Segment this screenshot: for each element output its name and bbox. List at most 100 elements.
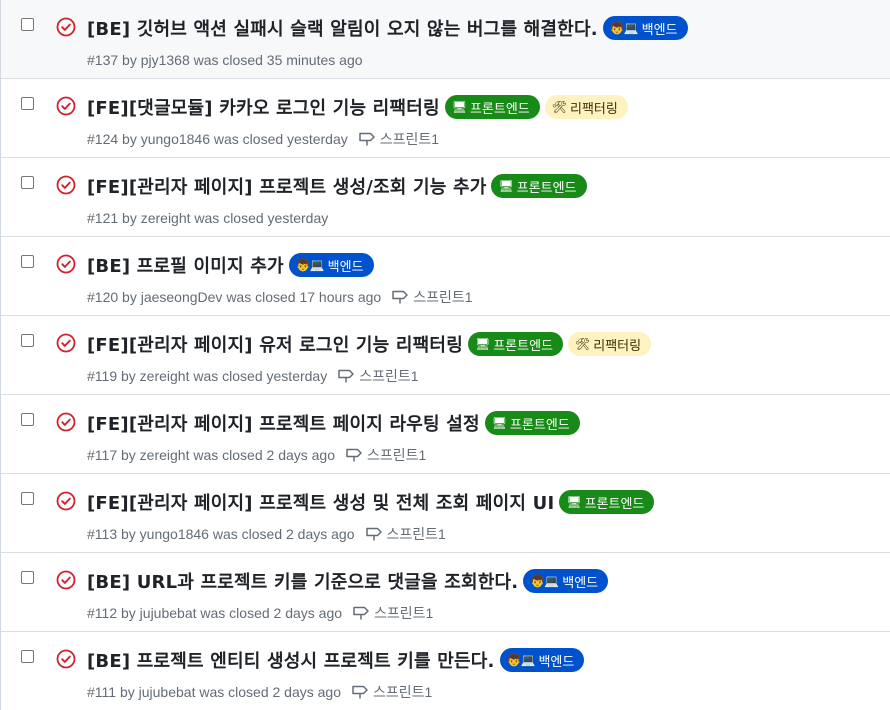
- label-text: 백엔드: [327, 259, 364, 275]
- label-text: 리팩터링: [593, 338, 642, 354]
- label-emoji-icon: 🖥: [474, 337, 490, 351]
- select-checkbox[interactable]: [21, 18, 34, 31]
- label-frontend[interactable]: 🖥 프론트엔드: [467, 332, 563, 356]
- milestone-icon: [352, 604, 374, 623]
- issue-closed-icon: [56, 254, 76, 274]
- issue-title-link[interactable]: [BE] 깃허브 액션 실패시 슬랙 알림이 오지 않는 버그를 해결한다.: [87, 15, 598, 41]
- label-frontend[interactable]: 🖥 프론트엔드: [484, 411, 580, 435]
- issue-title-link[interactable]: [BE] 프로필 이미지 추가: [87, 252, 284, 278]
- issue-title-line: [BE] 깃허브 액션 실패시 슬랙 알림이 오지 않는 버그를 해결한다. 👦💻…: [87, 14, 688, 42]
- issue-title-line: [FE][관리자 페이지] 유저 로그인 기능 리팩터링 🖥 프론트엔드 🛠 리팩터링: [87, 330, 652, 358]
- issue-row: [BE] 프로젝트 엔티티 생성시 프로젝트 키를 만든다. 👦💻 백엔드 #111 …: [1, 632, 890, 710]
- label-emoji-icon: 🖥: [451, 100, 467, 114]
- issue-title-link[interactable]: [FE][관리자 페이지] 프로젝트 생성/조회 기능 추가: [87, 173, 486, 199]
- issue-title-link[interactable]: [FE][관리자 페이지] 프로젝트 생성 및 전체 조회 페이지 UI: [87, 489, 554, 515]
- label-emoji-icon: 👦💻: [506, 653, 536, 667]
- issue-meta: #120 by jaeseongDev was closed 17 hours …: [87, 287, 473, 307]
- issue-closed-icon: [56, 412, 76, 432]
- issue-title-link[interactable]: [FE][댓글모듈] 카카오 로그인 기능 리팩터링: [87, 94, 440, 120]
- label-emoji-icon: 🛠: [551, 100, 567, 114]
- select-checkbox[interactable]: [21, 176, 34, 189]
- issue-row: [BE] 깃허브 액션 실패시 슬랙 알림이 오지 않는 버그를 해결한다. 👦💻…: [1, 0, 890, 79]
- milestone-text: 스프린트1: [373, 684, 433, 700]
- label-frontend[interactable]: 🖥 프론트엔드: [444, 95, 540, 119]
- label-frontend[interactable]: 🖥 프론트엔드: [559, 490, 655, 514]
- milestone-link[interactable]: 스프린트1: [365, 524, 446, 544]
- issue-meta: #112 by jujubebat was closed 2 days ago 스…: [87, 603, 433, 623]
- milestone-icon: [391, 288, 413, 307]
- issue-list: [BE] 깃허브 액션 실패시 슬랙 알림이 오지 않는 버그를 해결한다. 👦💻…: [0, 0, 890, 710]
- issue-title-link[interactable]: [FE][관리자 페이지] 프로젝트 페이지 라우팅 설정: [87, 410, 480, 436]
- issue-closed-icon: [56, 491, 76, 511]
- issue-meta-text: #124 by yungo1846 was closed yesterday: [87, 131, 348, 147]
- issue-meta: #137 by pjy1368 was closed 35 minutes ag…: [87, 50, 363, 70]
- label-text: 리팩터링: [570, 101, 618, 117]
- milestone-link[interactable]: 스프린트1: [358, 129, 439, 149]
- select-checkbox[interactable]: [21, 413, 34, 426]
- label-emoji-icon: 🖥: [566, 495, 581, 509]
- issue-closed-icon: [56, 649, 76, 669]
- label-backend[interactable]: 👦💻 백엔드: [602, 16, 688, 40]
- issue-title-line: [FE][관리자 페이지] 프로젝트 생성 및 전체 조회 페이지 UI 🖥 프론트…: [87, 488, 655, 516]
- select-checkbox[interactable]: [21, 97, 34, 110]
- issue-closed-icon: [56, 570, 76, 590]
- issue-meta-text: #113 by yungo1846 was closed 2 days ago: [87, 526, 355, 542]
- label-refactoring[interactable]: 🛠 리팩터링: [544, 95, 628, 119]
- issue-title-link[interactable]: [BE] URL과 프로젝트 키를 기준으로 댓글을 조회한다.: [87, 568, 518, 594]
- issue-closed-icon: [56, 333, 76, 353]
- select-checkbox[interactable]: [21, 334, 34, 347]
- issue-meta-text: #111 by jujubebat was closed 2 days ago: [87, 684, 341, 700]
- issue-title-line: [FE][관리자 페이지] 프로젝트 생성/조회 기능 추가 🖥 프론트엔드: [87, 172, 587, 200]
- label-emoji-icon: 🛠: [575, 337, 590, 351]
- issue-meta: #121 by zereight was closed yesterday: [87, 208, 328, 228]
- label-text: 프론트엔드: [493, 338, 553, 354]
- issue-closed-icon: [56, 17, 76, 37]
- issue-closed-icon: [56, 96, 76, 116]
- label-emoji-icon: 👦💻: [295, 258, 325, 272]
- issue-row: [FE][댓글모듈] 카카오 로그인 기능 리팩터링 🖥 프론트엔드 🛠 리팩터링 #12…: [1, 79, 890, 158]
- select-checkbox[interactable]: [21, 255, 34, 268]
- issue-title-link[interactable]: [FE][관리자 페이지] 유저 로그인 기능 리팩터링: [87, 331, 463, 357]
- issue-title-line: [FE][관리자 페이지] 프로젝트 페이지 라우팅 설정 🖥 프론트엔드: [87, 409, 580, 437]
- issue-row: [FE][관리자 페이지] 프로젝트 생성/조회 기능 추가 🖥 프론트엔드 #121…: [1, 158, 890, 237]
- label-frontend[interactable]: 🖥 프론트엔드: [491, 174, 587, 198]
- label-text: 백엔드: [641, 22, 678, 38]
- issue-row: [FE][관리자 페이지] 프로젝트 생성 및 전체 조회 페이지 UI 🖥 프론트…: [1, 474, 890, 553]
- issue-row: [FE][관리자 페이지] 프로젝트 페이지 라우팅 설정 🖥 프론트엔드 #117 …: [1, 395, 890, 474]
- label-backend[interactable]: 👦💻 백엔드: [288, 253, 374, 277]
- issue-title-line: [FE][댓글모듈] 카카오 로그인 기능 리팩터링 🖥 프론트엔드 🛠 리팩터링: [87, 93, 628, 121]
- select-checkbox[interactable]: [21, 492, 34, 505]
- issue-meta-text: #121 by zereight was closed yesterday: [87, 210, 329, 226]
- issue-title-line: [BE] 프로필 이미지 추가 👦💻 백엔드: [87, 251, 374, 279]
- milestone-link[interactable]: 스프린트1: [337, 366, 419, 386]
- issue-meta-text: #120 by jaeseongDev was closed 17 hours …: [87, 289, 382, 305]
- label-text: 프론트엔드: [509, 417, 570, 433]
- milestone-link[interactable]: 스프린트1: [345, 445, 426, 465]
- label-text: 프론트엔드: [516, 180, 577, 196]
- issue-meta-text: #112 by jujubebat was closed 2 days ago: [87, 605, 343, 621]
- milestone-link[interactable]: 스프린트1: [391, 287, 473, 307]
- label-text: 프론트엔드: [469, 101, 530, 117]
- issue-row: [BE] URL과 프로젝트 키를 기준으로 댓글을 조회한다. 👦💻 백엔드 #11…: [1, 553, 890, 632]
- label-emoji-icon: 🖥: [491, 416, 507, 430]
- milestone-link[interactable]: 스프린트1: [351, 682, 432, 702]
- select-checkbox[interactable]: [21, 650, 34, 663]
- label-text: 프론트엔드: [584, 496, 645, 512]
- milestone-icon: [365, 525, 387, 544]
- milestone-text: 스프린트1: [386, 526, 446, 542]
- milestone-icon: [351, 683, 373, 702]
- milestone-link[interactable]: 스프린트1: [352, 603, 433, 623]
- milestone-text: 스프린트1: [359, 368, 419, 384]
- select-checkbox[interactable]: [21, 571, 34, 584]
- issue-title-line: [BE] 프로젝트 엔티티 생성시 프로젝트 키를 만든다. 👦💻 백엔드: [87, 646, 585, 674]
- label-backend[interactable]: 👦💻 백엔드: [523, 569, 609, 593]
- milestone-icon: [337, 367, 359, 386]
- milestone-icon: [345, 446, 367, 465]
- issue-title-link[interactable]: [BE] 프로젝트 엔티티 생성시 프로젝트 키를 만든다.: [87, 647, 495, 673]
- label-backend[interactable]: 👦💻 백엔드: [499, 648, 585, 672]
- issue-meta: #111 by jujubebat was closed 2 days ago 스…: [87, 682, 432, 702]
- issue-row: [BE] 프로필 이미지 추가 👦💻 백엔드 #120 by jaeseongDev …: [1, 237, 890, 316]
- label-emoji-icon: 👦💻: [530, 574, 559, 588]
- issue-meta: #117 by zereight was closed 2 days ago 스프…: [87, 445, 426, 465]
- label-refactoring[interactable]: 🛠 리팩터링: [568, 332, 652, 356]
